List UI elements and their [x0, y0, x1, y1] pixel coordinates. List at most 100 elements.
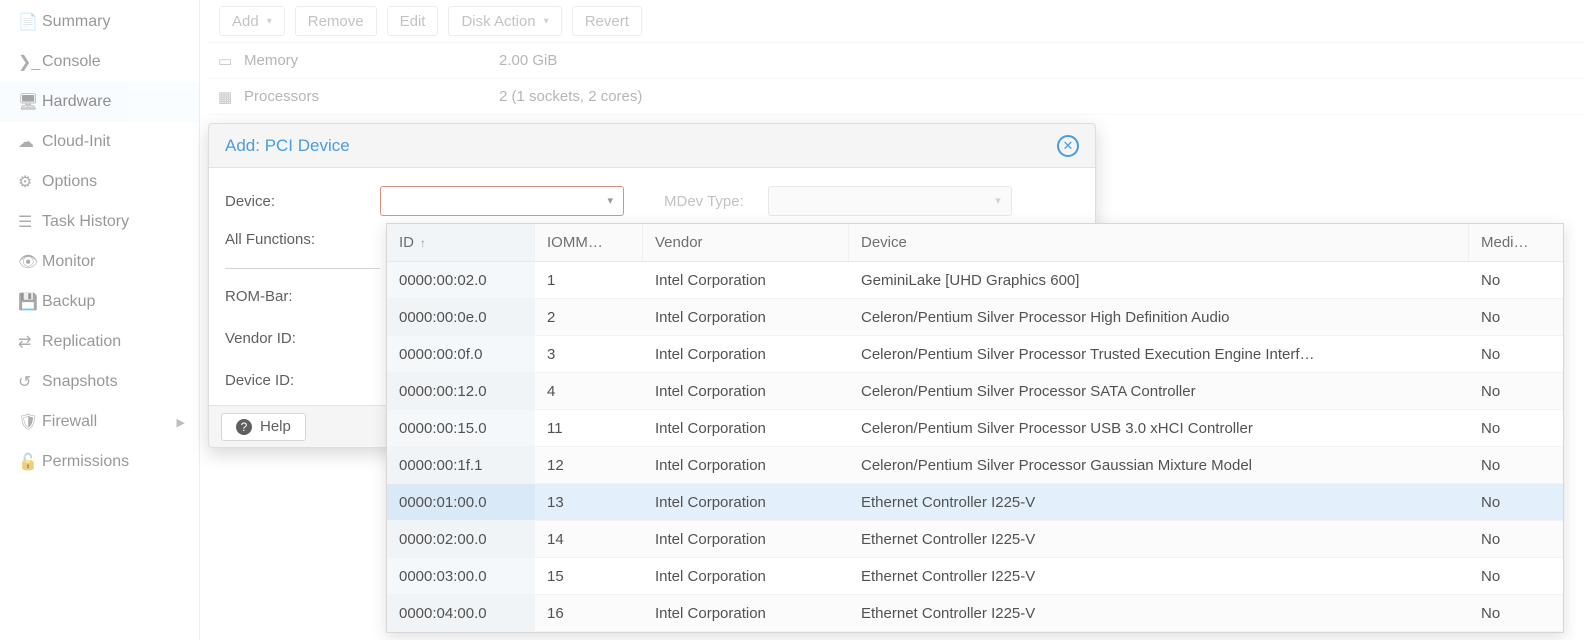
- sidebar-item-label: Snapshots: [42, 373, 118, 391]
- device-option[interactable]: 0000:00:1f.112Intel CorporationCeleron/P…: [387, 447, 1563, 484]
- device-select[interactable]: ▾: [380, 186, 624, 216]
- sidebar-item-backup[interactable]: 💾Backup: [0, 282, 199, 322]
- cell-device: Ethernet Controller I225-V: [849, 558, 1469, 594]
- cell-vendor: Intel Corporation: [643, 521, 849, 557]
- device-option[interactable]: 0000:00:12.04Intel CorporationCeleron/Pe…: [387, 373, 1563, 410]
- cell-id: 0000:00:02.0: [387, 262, 535, 298]
- cell-iommu: 12: [535, 447, 643, 483]
- device-option[interactable]: 0000:00:02.01Intel CorporationGeminiLake…: [387, 262, 1563, 299]
- cell-mediated: No: [1469, 447, 1563, 483]
- revert-button[interactable]: Revert: [572, 6, 642, 36]
- cell-mediated: No: [1469, 299, 1563, 335]
- device-option[interactable]: 0000:00:0e.02Intel CorporationCeleron/Pe…: [387, 299, 1563, 336]
- hardware-row[interactable]: ▭Memory2.00 GiB: [208, 43, 1584, 79]
- add-button[interactable]: Add▾: [219, 6, 285, 36]
- column-mediated[interactable]: Medi…: [1469, 224, 1563, 261]
- chevron-down-icon: ▾: [995, 194, 1001, 207]
- sidebar-item-monitor[interactable]: 👁Monitor: [0, 242, 199, 282]
- hardware-value: 2.00 GiB: [499, 52, 557, 69]
- sidebar-item-label: Options: [42, 173, 97, 191]
- cell-vendor: Intel Corporation: [643, 410, 849, 446]
- sidebar-item-replication[interactable]: ⇄Replication: [0, 322, 199, 362]
- cell-vendor: Intel Corporation: [643, 558, 849, 594]
- cell-id: 0000:01:00.0: [387, 484, 535, 520]
- column-id[interactable]: ID↑: [387, 224, 535, 261]
- sidebar-item-hardware[interactable]: 🖥Hardware: [0, 82, 199, 122]
- rom-bar-label: ROM-Bar:: [225, 288, 380, 305]
- cell-id: 0000:03:00.0: [387, 558, 535, 594]
- device-option[interactable]: 0000:01:00.013Intel CorporationEthernet …: [387, 484, 1563, 521]
- all-functions-label: All Functions:: [225, 231, 380, 248]
- hardware-list: ▭Memory2.00 GiB▦Processors2 (1 sockets, …: [208, 42, 1584, 115]
- sidebar-item-console[interactable]: ❯_Console: [0, 42, 199, 82]
- device-id-label: Device ID:: [225, 372, 380, 389]
- cell-iommu: 15: [535, 558, 643, 594]
- remove-button[interactable]: Remove: [295, 6, 377, 36]
- device-option[interactable]: 0000:00:15.011Intel CorporationCeleron/P…: [387, 410, 1563, 447]
- sidebar-item-label: Summary: [42, 13, 110, 31]
- cell-mediated: No: [1469, 410, 1563, 446]
- cell-id: 0000:02:00.0: [387, 521, 535, 557]
- sidebar-item-label: Backup: [42, 293, 95, 311]
- cell-mediated: No: [1469, 558, 1563, 594]
- sidebar-item-monitor-icon: 👁: [18, 252, 42, 272]
- sidebar-item-task-history[interactable]: ☰Task History: [0, 202, 199, 242]
- cell-device: GeminiLake [UHD Graphics 600]: [849, 262, 1469, 298]
- cell-device: Ethernet Controller I225-V: [849, 521, 1469, 557]
- help-button[interactable]: ? Help: [221, 413, 306, 441]
- sidebar-item-label: Hardware: [42, 93, 111, 111]
- edit-button[interactable]: Edit: [387, 6, 439, 36]
- cell-iommu: 13: [535, 484, 643, 520]
- sidebar-item-options[interactable]: ⚙Options: [0, 162, 199, 202]
- sidebar-item-label: Replication: [42, 333, 121, 351]
- column-vendor[interactable]: Vendor: [643, 224, 849, 261]
- cell-vendor: Intel Corporation: [643, 447, 849, 483]
- cell-iommu: 2: [535, 299, 643, 335]
- cell-device: Ethernet Controller I225-V: [849, 595, 1469, 631]
- hardware-icon: ▭: [218, 52, 244, 70]
- chevron-down-icon: ▾: [544, 16, 549, 27]
- device-option[interactable]: 0000:03:00.015Intel CorporationEthernet …: [387, 558, 1563, 595]
- column-device[interactable]: Device: [849, 224, 1469, 261]
- dialog-title: Add: PCI Device: [225, 136, 350, 156]
- close-icon[interactable]: ✕: [1057, 135, 1079, 157]
- vendor-id-label: Vendor ID:: [225, 330, 380, 347]
- sidebar-item-cloud-init-icon: ☁: [18, 132, 42, 152]
- device-dropdown: ID↑ IOMM… Vendor Device Medi… 0000:00:02…: [386, 223, 1564, 633]
- sidebar-item-snapshots-icon: ↺: [18, 372, 42, 392]
- cell-device: Celeron/Pentium Silver Processor High De…: [849, 299, 1469, 335]
- cell-iommu: 14: [535, 521, 643, 557]
- column-iommu[interactable]: IOMM…: [535, 224, 643, 261]
- hardware-label: Processors: [244, 88, 499, 105]
- cell-id: 0000:00:1f.1: [387, 447, 535, 483]
- toolbar: Add▾ Remove Edit Disk Action▾ Revert: [208, 0, 653, 42]
- sidebar-item-snapshots[interactable]: ↺Snapshots: [0, 362, 199, 402]
- cell-vendor: Intel Corporation: [643, 595, 849, 631]
- dialog-header: Add: PCI Device ✕: [209, 124, 1095, 168]
- sidebar-item-cloud-init[interactable]: ☁Cloud-Init: [0, 122, 199, 162]
- sidebar-item-firewall-icon: 🛡: [18, 412, 42, 432]
- cell-mediated: No: [1469, 336, 1563, 372]
- sidebar-item-summary[interactable]: 📄Summary: [0, 2, 199, 42]
- sidebar-item-permissions[interactable]: 🔓Permissions: [0, 442, 199, 482]
- hardware-row[interactable]: ▦Processors2 (1 sockets, 2 cores): [208, 79, 1584, 115]
- cell-id: 0000:04:00.0: [387, 595, 535, 631]
- cell-iommu: 11: [535, 410, 643, 446]
- sidebar-item-label: Task History: [42, 213, 129, 231]
- hardware-value: 2 (1 sockets, 2 cores): [499, 88, 642, 105]
- dropdown-header: ID↑ IOMM… Vendor Device Medi…: [387, 224, 1563, 262]
- sidebar-item-summary-icon: 📄: [18, 12, 42, 32]
- sidebar-item-firewall[interactable]: 🛡Firewall ▶: [0, 402, 199, 442]
- cell-iommu: 3: [535, 336, 643, 372]
- cell-device: Celeron/Pentium Silver Processor Trusted…: [849, 336, 1469, 372]
- chevron-right-icon: ▶: [177, 416, 185, 429]
- help-icon: ?: [236, 419, 252, 435]
- disk-action-button[interactable]: Disk Action▾: [448, 6, 561, 36]
- device-option[interactable]: 0000:00:0f.03Intel CorporationCeleron/Pe…: [387, 336, 1563, 373]
- device-option[interactable]: 0000:02:00.014Intel CorporationEthernet …: [387, 521, 1563, 558]
- cell-device: Ethernet Controller I225-V: [849, 484, 1469, 520]
- device-option[interactable]: 0000:04:00.016Intel CorporationEthernet …: [387, 595, 1563, 632]
- sidebar-item-label: Permissions: [42, 453, 129, 471]
- sidebar-item-label: Firewall: [42, 413, 97, 431]
- cell-id: 0000:00:12.0: [387, 373, 535, 409]
